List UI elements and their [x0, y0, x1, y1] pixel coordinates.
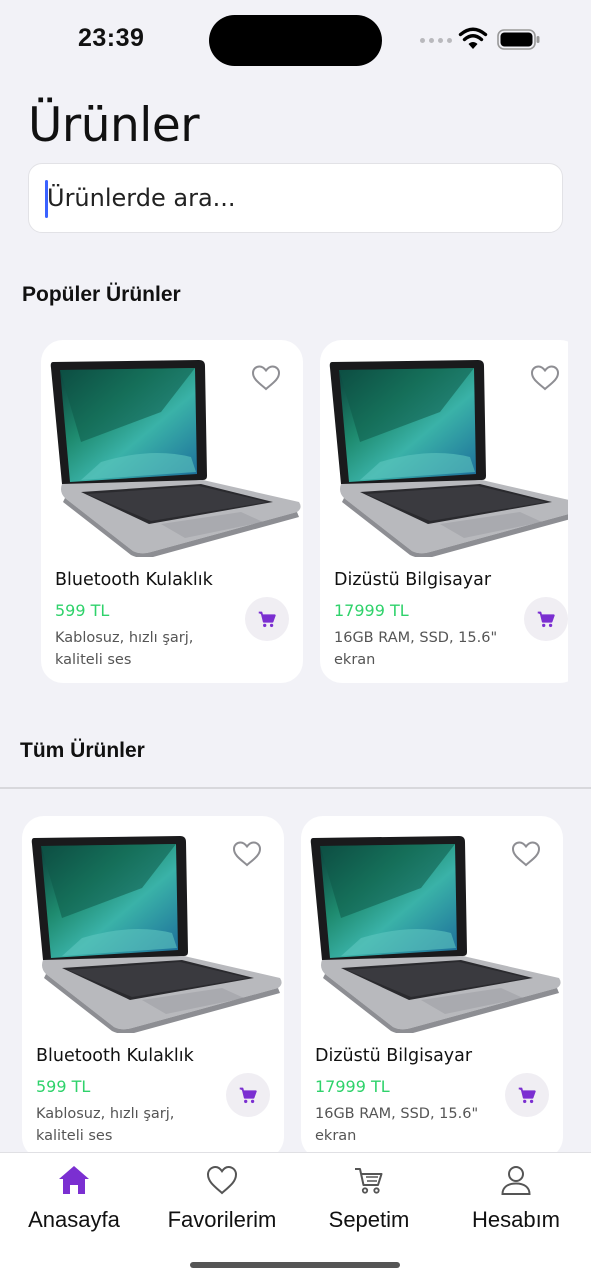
add-to-cart-button[interactable]	[505, 1073, 549, 1117]
product-card[interactable]: Bluetooth Kulaklık 599 TL Kablosuz, hızl…	[41, 340, 303, 683]
product-price: 599 TL	[36, 1077, 91, 1096]
search-bar[interactable]	[28, 163, 563, 233]
tab-label: Hesabım	[471, 1207, 561, 1232]
product-price: 17999 TL	[315, 1077, 390, 1096]
tab-home[interactable]: Anasayfa	[26, 1159, 122, 1233]
battery-icon	[497, 29, 540, 50]
signal-icon	[420, 38, 452, 43]
product-name: Bluetooth Kulaklık	[55, 570, 213, 590]
status-time: 23:39	[78, 24, 145, 52]
product-description: 16GB RAM, SSD, 15.6" ekran	[315, 1106, 479, 1144]
tab-favorites[interactable]: Favorilerim	[160, 1159, 284, 1233]
cart-icon	[516, 1084, 538, 1106]
search-input[interactable]	[47, 164, 547, 232]
dynamic-island	[209, 15, 382, 66]
wifi-icon	[458, 27, 488, 49]
product-price: 599 TL	[55, 601, 110, 620]
tab-label: Anasayfa	[28, 1207, 120, 1232]
popular-section-title: Popüler Ürünler	[22, 283, 181, 306]
cart-icon	[256, 608, 278, 630]
tab-account[interactable]: Hesabım	[468, 1159, 564, 1233]
product-description: 16GB RAM, SSD, 15.6" ekran	[334, 630, 498, 668]
bottom-tab-bar: Anasayfa Favorilerim Sepetim Hesabım	[0, 1152, 591, 1280]
tab-cart[interactable]: Sepetim	[324, 1159, 414, 1233]
status-bar: 23:39	[0, 0, 591, 80]
tab-label: Favorilerim	[167, 1207, 277, 1232]
cart-icon	[355, 1168, 383, 1194]
cart-icon	[535, 608, 557, 630]
add-to-cart-button[interactable]	[245, 597, 289, 641]
all-products-grid[interactable]: Bluetooth Kulaklık 599 TL Kablosuz, hızl…	[0, 790, 591, 1152]
product-card[interactable]: Bluetooth Kulaklık 599 TL Kablosuz, hızl…	[22, 816, 284, 1152]
heart-icon	[206, 1165, 238, 1195]
all-products-section-title: Tüm Ürünler	[20, 739, 145, 762]
product-description: Kablosuz, hızlı şarj, kaliteli ses	[55, 630, 194, 668]
favorite-heart-icon[interactable]	[530, 364, 560, 392]
section-divider	[0, 787, 591, 789]
product-card[interactable]: Dizüstü Bilgisayar 17999 TL 16GB RAM, SS…	[320, 340, 568, 683]
product-name: Dizüstü Bilgisayar	[315, 1046, 473, 1066]
product-name: Dizüstü Bilgisayar	[334, 570, 492, 590]
cart-icon	[237, 1084, 259, 1106]
tab-label: Sepetim	[328, 1207, 410, 1232]
product-name: Bluetooth Kulaklık	[36, 1046, 194, 1066]
favorite-heart-icon[interactable]	[251, 364, 281, 392]
product-card[interactable]: Dizüstü Bilgisayar 17999 TL 16GB RAM, SS…	[301, 816, 563, 1152]
home-indicator	[190, 1262, 400, 1268]
popular-products-carousel[interactable]: Bluetooth Kulaklık 599 TL Kablosuz, hızl…	[0, 340, 568, 685]
add-to-cart-button[interactable]	[524, 597, 568, 641]
add-to-cart-button[interactable]	[226, 1073, 270, 1117]
page-title: Ürünler	[28, 98, 200, 153]
home-icon	[59, 1166, 89, 1194]
favorite-heart-icon[interactable]	[511, 840, 541, 868]
favorite-heart-icon[interactable]	[232, 840, 262, 868]
product-price: 17999 TL	[334, 601, 409, 620]
user-icon	[501, 1166, 531, 1195]
product-description: Kablosuz, hızlı şarj, kaliteli ses	[36, 1106, 175, 1144]
